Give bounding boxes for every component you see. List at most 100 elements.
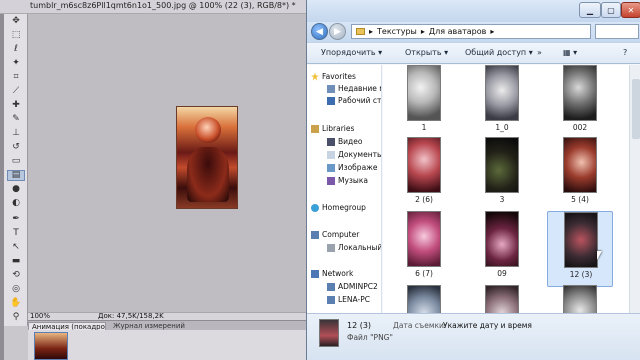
3d-orbit-tool-icon[interactable]: ◎ (7, 284, 25, 295)
homegroup-icon (311, 203, 319, 212)
path-selection-tool-icon[interactable]: ↖ (7, 242, 25, 253)
move-tool-icon[interactable]: ✥ (7, 16, 25, 27)
marquee-tool-icon[interactable]: ⬚ (7, 30, 25, 41)
file-thumbnail (485, 285, 519, 313)
breadcrumb-textures[interactable]: Текстуры (377, 27, 417, 36)
hand-tool-icon[interactable]: ✋ (7, 298, 25, 309)
music-icon (327, 176, 335, 185)
nav-images[interactable]: Изображе (327, 162, 378, 173)
nav-recent[interactable]: Недавние м (327, 83, 382, 94)
file-item[interactable]: 002 (547, 65, 613, 141)
nav-video[interactable]: Видео (327, 136, 362, 147)
share-button[interactable]: Общий доступ ▾ (465, 48, 533, 57)
magic-wand-tool-icon[interactable]: ✦ (7, 58, 25, 69)
nav-favorites[interactable]: Favorites (311, 71, 356, 82)
file-item[interactable] (391, 285, 457, 313)
photoshop-document-tab[interactable]: tumblr_m6sc8z6Pll1qmt6n1o1_500.jpg @ 100… (0, 0, 306, 14)
nav-documents[interactable]: Документы (327, 149, 381, 160)
nav-computer[interactable]: Computer (311, 229, 359, 240)
file-item-selected[interactable]: 12 (3) (547, 211, 613, 287)
nav-network[interactable]: Network (311, 268, 353, 279)
close-button[interactable]: ✕ (621, 2, 640, 18)
crop-tool-icon[interactable]: ⌗ (7, 72, 25, 83)
history-brush-tool-icon[interactable]: ↺ (7, 142, 25, 153)
eraser-tool-icon[interactable]: ▭ (7, 156, 25, 167)
file-item[interactable] (547, 285, 613, 313)
help-icon[interactable]: ? (623, 48, 627, 57)
file-item[interactable]: 2 (6) (391, 137, 457, 213)
file-thumbnail (563, 65, 597, 121)
file-item[interactable]: 1 (391, 65, 457, 141)
breadcrumb-avatars[interactable]: Для аватаров (429, 27, 487, 36)
video-icon (327, 137, 335, 146)
file-item[interactable] (469, 285, 535, 313)
file-item[interactable]: 3 (469, 137, 535, 213)
portrait-dress (187, 147, 229, 202)
shape-tool-icon[interactable]: ▬ (7, 256, 25, 267)
dodge-tool-icon[interactable]: ◐ (7, 198, 25, 209)
more-button[interactable]: » (537, 48, 542, 57)
selected-file-name: 12 (3) (347, 321, 372, 330)
nav-pc-lena[interactable]: LENA-PC (327, 294, 370, 305)
nav-music[interactable]: Музыка (327, 175, 368, 186)
file-name: 1 (421, 123, 427, 132)
nav-homegroup-label: Homegroup (322, 203, 366, 212)
nav-libraries[interactable]: Libraries (311, 123, 354, 134)
blur-tool-icon[interactable]: ● (7, 184, 25, 195)
file-item[interactable]: 6 (7) (391, 211, 457, 287)
type-tool-icon[interactable]: T (7, 228, 25, 239)
nav-homegroup[interactable]: Homegroup (311, 202, 366, 213)
photoshop-panel-tabs: Анимация (покадровая) Журнал измерений (28, 320, 306, 331)
organize-button[interactable]: Упорядочить ▾ (321, 48, 382, 57)
file-thumbnail (407, 65, 441, 121)
explorer-window: ▁ ▢ ✕ ◀ ▶ ▸ Текстуры ▸ Для аватаров ▸ Уп… (306, 0, 640, 360)
file-name: 2 (6) (415, 195, 433, 204)
nav-computer-label: Computer (322, 230, 360, 239)
pen-tool-icon[interactable]: ✒ (7, 214, 25, 225)
gradient-tool-icon[interactable]: ▤ (7, 170, 25, 181)
scrollbar-thumb[interactable] (632, 79, 640, 139)
explorer-titlebar[interactable]: ▁ ▢ ✕ (307, 0, 640, 22)
drive-icon (327, 243, 335, 252)
zoom-level[interactable]: 100% (30, 312, 50, 320)
document-size-info: Док: 47,5K/158,2K (98, 312, 164, 320)
address-bar[interactable]: ▸ Текстуры ▸ Для аватаров ▸ (351, 24, 591, 39)
views-icon[interactable]: ▦ ▾ (563, 48, 577, 57)
file-grid-scrollbar[interactable] (629, 65, 640, 313)
open-button[interactable]: Открыть ▾ (405, 48, 448, 57)
nav-pc-adminpc2[interactable]: ADMINPC2 (327, 281, 378, 292)
file-thumbnail (485, 211, 519, 267)
nav-pc2-label: LENA-PC (338, 295, 370, 304)
file-name: 5 (4) (571, 195, 589, 204)
eyedropper-tool-icon[interactable]: ⟋ (7, 86, 25, 97)
healing-brush-tool-icon[interactable]: ✚ (7, 100, 25, 111)
animation-frame[interactable] (34, 332, 68, 360)
search-input[interactable] (595, 24, 639, 39)
zoom-tool-icon[interactable]: ⚲ (7, 312, 25, 323)
maximize-button[interactable]: ▢ (601, 2, 621, 18)
computer-icon (311, 230, 319, 239)
nav-recent-label: Недавние м (338, 84, 382, 93)
file-item[interactable]: 5 (4) (547, 137, 613, 213)
date-taken-value[interactable]: Укажите дату и время (443, 321, 532, 330)
clone-stamp-tool-icon[interactable]: ⊥ (7, 128, 25, 139)
back-button[interactable]: ◀ (311, 23, 328, 40)
photoshop-canvas-area[interactable] (28, 14, 306, 312)
file-thumbnail (407, 137, 441, 193)
address-row: ◀ ▶ ▸ Текстуры ▸ Для аватаров ▸ (307, 22, 640, 42)
computer-icon (327, 295, 335, 304)
document-image[interactable] (176, 106, 238, 209)
file-item[interactable]: 09 (469, 211, 535, 287)
lasso-tool-icon[interactable]: ℓ (7, 44, 25, 55)
minimize-icon: ▁ (586, 5, 594, 15)
minimize-button[interactable]: ▁ (579, 2, 601, 18)
brush-tool-icon[interactable]: ✎ (7, 114, 25, 125)
file-item[interactable]: 1_0 (469, 65, 535, 141)
file-thumbnail (563, 137, 597, 193)
nav-desktop-label: Рабочий ст (338, 96, 382, 105)
nav-desktop[interactable]: Рабочий ст (327, 95, 381, 106)
recent-places-icon (327, 84, 335, 93)
forward-button[interactable]: ▶ (329, 23, 346, 40)
nav-local-disk[interactable]: Локальный (327, 242, 381, 253)
3d-rotate-tool-icon[interactable]: ⟲ (7, 270, 25, 281)
